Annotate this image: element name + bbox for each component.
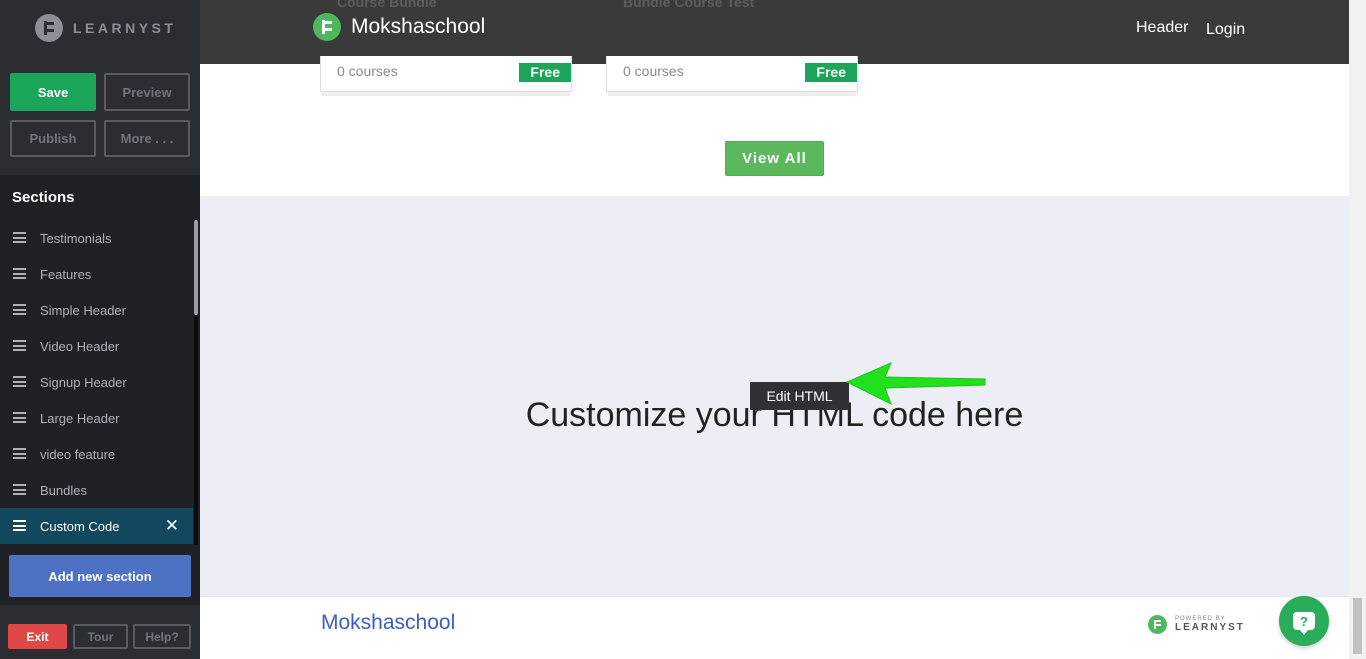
- app-window: LEARNYST Save Preview Publish More . . .…: [0, 0, 1366, 659]
- sections-scrollbar[interactable]: [193, 220, 200, 545]
- add-new-section-button[interactable]: Add new section: [9, 555, 191, 597]
- section-item-label: Signup Header: [40, 374, 127, 390]
- learnyst-logo-icon: [1148, 615, 1167, 634]
- site-header: Course Bundle Bundle Course Test Mokshas…: [200, 0, 1349, 64]
- drag-handle-icon[interactable]: [13, 484, 26, 495]
- nav-link-login[interactable]: Login: [1206, 21, 1245, 39]
- drag-handle-icon[interactable]: [13, 448, 26, 459]
- sections-scrollbar-rail: [194, 315, 198, 545]
- section-item-label: Bundles: [40, 482, 87, 498]
- price-badge: Free: [805, 63, 857, 82]
- bundle-card[interactable]: 0 courses Free: [320, 56, 572, 92]
- sections-panel: Sections Testimonials Features Simple He…: [0, 175, 200, 605]
- edit-html-button[interactable]: Edit HTML: [750, 382, 849, 410]
- section-item-video-header[interactable]: Video Header: [0, 328, 193, 364]
- site-preview: Course Bundle Bundle Course Test Mokshas…: [200, 0, 1349, 659]
- drag-handle-icon[interactable]: [13, 304, 26, 315]
- section-item-label: Simple Header: [40, 302, 126, 318]
- editor-sidebar: LEARNYST Save Preview Publish More . . .…: [0, 0, 200, 659]
- section-item-video-feature[interactable]: video feature: [0, 436, 193, 472]
- preview-button[interactable]: Preview: [104, 73, 190, 111]
- bundle-card-title: Course Bundle: [337, 0, 437, 10]
- section-item-custom-code[interactable]: Custom Code ✕: [0, 508, 193, 544]
- footer-site-name[interactable]: Mokshaschool: [321, 611, 455, 635]
- powered-by-text: POWERED BY LEARNYST: [1175, 616, 1245, 633]
- section-item-label: Custom Code: [40, 518, 120, 534]
- drag-handle-icon[interactable]: [13, 412, 26, 423]
- bundle-card-title: Bundle Course Test: [623, 0, 755, 10]
- remove-section-icon[interactable]: ✕: [165, 516, 179, 536]
- save-button[interactable]: Save: [10, 73, 96, 111]
- section-item-label: Video Header: [40, 338, 120, 354]
- site-footer: Mokshaschool POWERED BY LEARNYST: [200, 596, 1349, 659]
- section-item-signup-header[interactable]: Signup Header: [0, 364, 193, 400]
- help-chat-button[interactable]: ?: [1279, 596, 1329, 646]
- drag-handle-icon[interactable]: [13, 268, 26, 279]
- section-item-large-header[interactable]: Large Header: [0, 400, 193, 436]
- drag-handle-icon[interactable]: [13, 376, 26, 387]
- section-item-bundles[interactable]: Bundles: [0, 472, 193, 508]
- drag-handle-icon[interactable]: [13, 340, 26, 351]
- more-button[interactable]: More . . .: [104, 120, 190, 157]
- sections-list: Testimonials Features Simple Header Vide…: [0, 220, 193, 544]
- course-count: 0 courses: [623, 63, 684, 79]
- exit-button[interactable]: Exit: [8, 624, 67, 649]
- section-item-testimonials[interactable]: Testimonials: [0, 220, 193, 256]
- tour-button[interactable]: Tour: [73, 624, 128, 649]
- page-scrollbar-thumb[interactable]: [1353, 598, 1362, 654]
- sections-title: Sections: [12, 189, 75, 206]
- custom-code-section[interactable]: Customize your HTML code here Edit HTML: [200, 196, 1349, 596]
- drag-handle-icon[interactable]: [13, 520, 26, 531]
- drag-handle-icon[interactable]: [13, 232, 26, 243]
- section-item-features[interactable]: Features: [0, 256, 193, 292]
- section-item-simple-header[interactable]: Simple Header: [0, 292, 193, 328]
- pointer-arrow-icon: [845, 362, 986, 406]
- view-all-button[interactable]: View All: [725, 141, 824, 176]
- nav-link-header[interactable]: Header: [1136, 19, 1188, 37]
- bundle-card[interactable]: 0 courses Free: [606, 56, 858, 92]
- section-item-label: video feature: [40, 446, 116, 462]
- section-item-label: Testimonials: [40, 230, 112, 246]
- editor-brand: LEARNYST: [35, 14, 176, 42]
- section-item-label: Features: [40, 266, 92, 282]
- chat-question-icon: ?: [1293, 612, 1315, 635]
- section-item-label: Large Header: [40, 410, 120, 426]
- help-button[interactable]: Help?: [133, 624, 191, 649]
- powered-by-brand: LEARNYST: [1175, 622, 1245, 633]
- publish-button[interactable]: Publish: [10, 120, 96, 157]
- page-scrollbar[interactable]: [1349, 0, 1366, 659]
- site-logo-icon: [313, 13, 341, 41]
- brand-text: LEARNYST: [73, 20, 177, 36]
- sections-scrollbar-thumb[interactable]: [194, 220, 198, 315]
- learnyst-logo-icon: [35, 14, 63, 42]
- course-count: 0 courses: [337, 63, 398, 79]
- price-badge: Free: [519, 63, 571, 82]
- site-name: Mokshaschool: [351, 15, 486, 38]
- site-logo[interactable]: Mokshaschool: [313, 13, 485, 41]
- powered-by-learnyst[interactable]: POWERED BY LEARNYST: [1148, 615, 1245, 634]
